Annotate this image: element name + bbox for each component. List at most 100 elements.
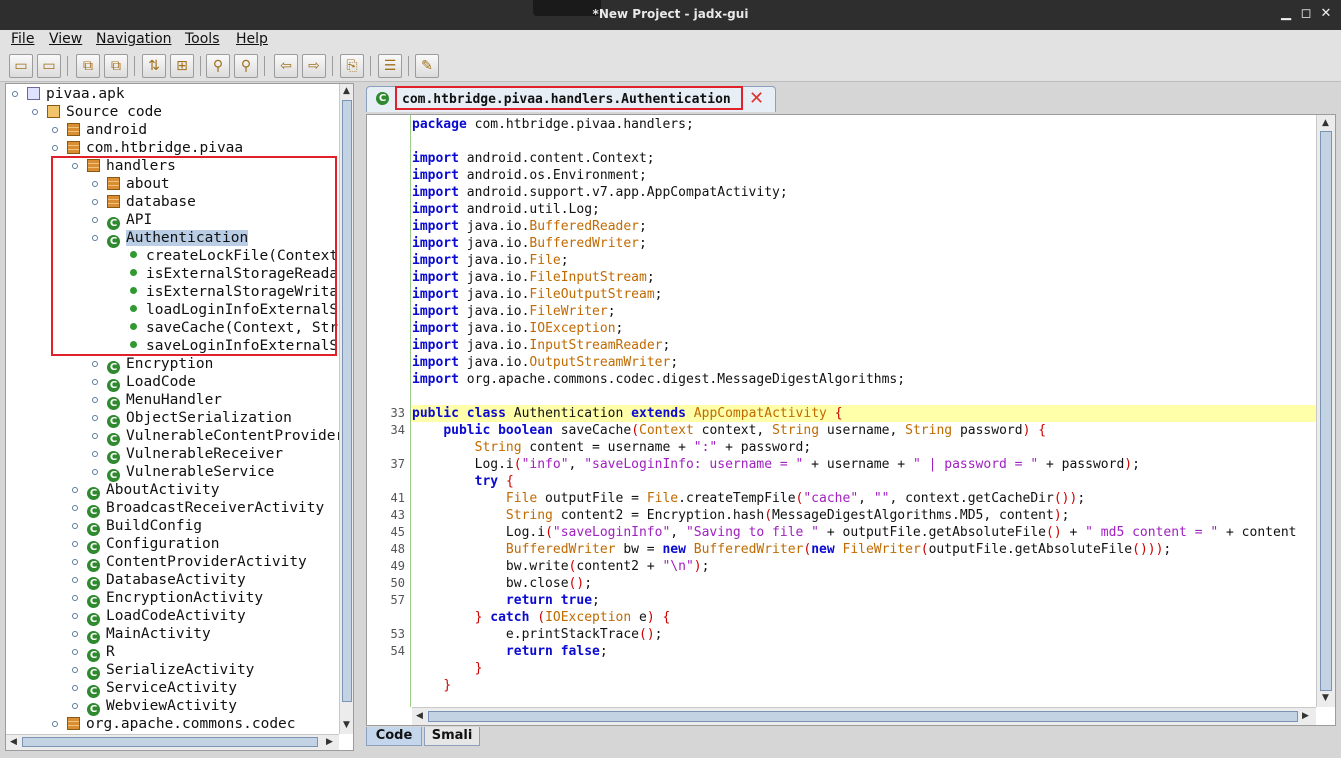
menu-view[interactable]: View	[49, 31, 82, 47]
expand-handle-icon[interactable]	[72, 505, 78, 511]
code-line[interactable]: import java.io.IOException;	[412, 320, 1316, 337]
tree-node[interactable]: pivaa.apk	[27, 85, 125, 103]
code-line[interactable]: import java.io.InputStreamReader;	[412, 337, 1316, 354]
tree-node[interactable]: C Configuration	[87, 535, 220, 554]
expand-handle-icon[interactable]	[72, 595, 78, 601]
code-line[interactable]: return false;	[412, 643, 1316, 660]
expand-handle-icon[interactable]	[72, 541, 78, 547]
code-line[interactable]: import java.io.FileWriter;	[412, 303, 1316, 320]
tree-node[interactable]: C ContentProviderActivity	[87, 553, 307, 572]
tree-node[interactable]: isExternalStorageReadab	[127, 265, 339, 283]
code-line[interactable]: public class Authentication extends AppC…	[412, 405, 1316, 422]
tree-node[interactable]: C DatabaseActivity	[87, 571, 246, 590]
tree-node[interactable]: C Encryption	[107, 355, 213, 374]
tab-code[interactable]: Code	[366, 727, 422, 746]
scroll-down-icon[interactable]: ▼	[343, 720, 350, 730]
tree-node[interactable]: C WebviewActivity	[87, 697, 237, 716]
expand-handle-icon[interactable]	[92, 415, 98, 421]
expand-handle-icon[interactable]	[72, 685, 78, 691]
editor-vertical-scrollbar[interactable]: ▲ ▼	[1316, 115, 1335, 707]
tree-node[interactable]: android	[67, 121, 147, 139]
tree-node[interactable]: C VulnerableService	[107, 463, 274, 482]
code-line[interactable]: import java.io.FileInputStream;	[412, 269, 1316, 286]
open-file-icon[interactable]: ▭	[9, 54, 33, 78]
tree-node[interactable]: Source code	[47, 103, 162, 121]
log-icon[interactable]: ☰	[378, 54, 402, 78]
maximize-icon[interactable]: ◻	[1298, 6, 1314, 21]
tree-node[interactable]: CR	[87, 643, 115, 662]
tree-node[interactable]: isExternalStorageWritab	[127, 283, 339, 301]
forward-icon[interactable]: ⇨	[302, 54, 326, 78]
tree-node[interactable]: handlers	[87, 157, 176, 175]
flatten-icon[interactable]: ⊞	[170, 54, 194, 78]
expand-handle-icon[interactable]	[52, 721, 58, 727]
scroll-up-icon[interactable]: ▲	[1322, 118, 1329, 128]
tree-node[interactable]: C ServiceActivity	[87, 679, 237, 698]
tree-node[interactable]: C AboutActivity	[87, 481, 220, 500]
expand-handle-icon[interactable]	[92, 181, 98, 187]
tree-node[interactable]: C MainActivity	[87, 625, 211, 644]
code-line[interactable]: package com.htbridge.pivaa.handlers;	[412, 116, 1316, 133]
tree-node[interactable]: about	[107, 175, 170, 193]
tree-node[interactable]: C API	[107, 211, 152, 230]
code-line[interactable]	[412, 133, 1316, 150]
menu-help[interactable]: Help	[236, 31, 268, 47]
code-line[interactable]: } catch (IOException e) {	[412, 609, 1316, 626]
tree-node[interactable]: database	[107, 193, 196, 211]
code-line[interactable]: }	[412, 677, 1316, 694]
tree-node[interactable]: C Authentication	[107, 229, 249, 248]
editor-horizontal-scrollbar[interactable]: ◀ ▶	[412, 707, 1316, 725]
sync-icon[interactable]: ⧉	[76, 54, 100, 78]
preferences-icon[interactable]: ✎	[415, 54, 439, 78]
tree-horizontal-scroll-thumb[interactable]	[22, 737, 318, 747]
tree-node[interactable]: C LoadCode	[107, 373, 196, 392]
code-line[interactable]: Log.i("saveLoginInfo", "Saving to file "…	[412, 524, 1316, 541]
scroll-left-icon[interactable]: ◀	[10, 737, 17, 747]
export-icon[interactable]: ⇅	[142, 54, 166, 78]
code-line[interactable]: import java.io.BufferedReader;	[412, 218, 1316, 235]
tab-smali[interactable]: Smali	[424, 727, 480, 746]
expand-handle-icon[interactable]	[72, 703, 78, 709]
close-tab-icon[interactable]: ✕	[749, 88, 764, 109]
menu-navigation[interactable]: Navigation	[96, 31, 172, 47]
back-icon[interactable]: ⇦	[274, 54, 298, 78]
code-line[interactable]: String content = username + ":" + passwo…	[412, 439, 1316, 456]
code-line[interactable]: import android.util.Log;	[412, 201, 1316, 218]
tree-node[interactable]: C LoadCodeActivity	[87, 607, 246, 626]
tree-node[interactable]: C MenuHandler	[107, 391, 222, 410]
tree-node[interactable]: org.apache.commons.codec	[67, 715, 296, 733]
expand-handle-icon[interactable]	[72, 487, 78, 493]
scroll-down-icon[interactable]: ▼	[1322, 693, 1329, 703]
expand-handle-icon[interactable]	[52, 127, 58, 133]
scroll-up-icon[interactable]: ▲	[343, 86, 350, 96]
expand-handle-icon[interactable]	[72, 559, 78, 565]
expand-handle-icon[interactable]	[92, 361, 98, 367]
editor-horizontal-scroll-thumb[interactable]	[428, 711, 1298, 722]
save-all-icon[interactable]: ⧉	[104, 54, 128, 78]
tree-node[interactable]: C BroadcastReceiverActivity	[87, 499, 324, 518]
tree-node[interactable]: saveLoginInfoExternalSt	[127, 337, 339, 355]
code-line[interactable]: import android.support.v7.app.AppCompatA…	[412, 184, 1316, 201]
code-line[interactable]: import org.apache.commons.codec.digest.M…	[412, 371, 1316, 388]
scroll-right-icon[interactable]: ▶	[326, 737, 333, 747]
tree-vertical-scroll-thumb[interactable]	[342, 100, 352, 702]
code-line[interactable]: import android.content.Context;	[412, 150, 1316, 167]
code-line[interactable]: try {	[412, 473, 1316, 490]
minimize-icon[interactable]: ▁	[1278, 6, 1294, 21]
expand-handle-icon[interactable]	[92, 469, 98, 475]
tree-node[interactable]: C VulnerableContentProvider	[107, 427, 339, 446]
menu-file[interactable]: File	[11, 31, 34, 47]
code-editor[interactable]: 33 34 37 41 43 45 48 49 50 57 53 54 package com.htb…	[366, 114, 1336, 726]
code-line[interactable]: import java.io.FileOutputStream;	[412, 286, 1316, 303]
expand-handle-icon[interactable]	[72, 523, 78, 529]
expand-handle-icon[interactable]	[92, 199, 98, 205]
expand-handle-icon[interactable]	[92, 451, 98, 457]
code-line[interactable]: import java.io.BufferedWriter;	[412, 235, 1316, 252]
tab-authentication[interactable]: C com.htbridge.pivaa.handlers.Authentica…	[366, 86, 776, 112]
menu-tools[interactable]: Tools	[185, 31, 220, 47]
expand-handle-icon[interactable]	[72, 649, 78, 655]
collapse-handle-icon[interactable]	[52, 145, 58, 151]
expand-handle-icon[interactable]	[72, 577, 78, 583]
collapse-handle-icon[interactable]	[12, 91, 18, 97]
tree-node[interactable]: C ObjectSerialization	[107, 409, 292, 428]
